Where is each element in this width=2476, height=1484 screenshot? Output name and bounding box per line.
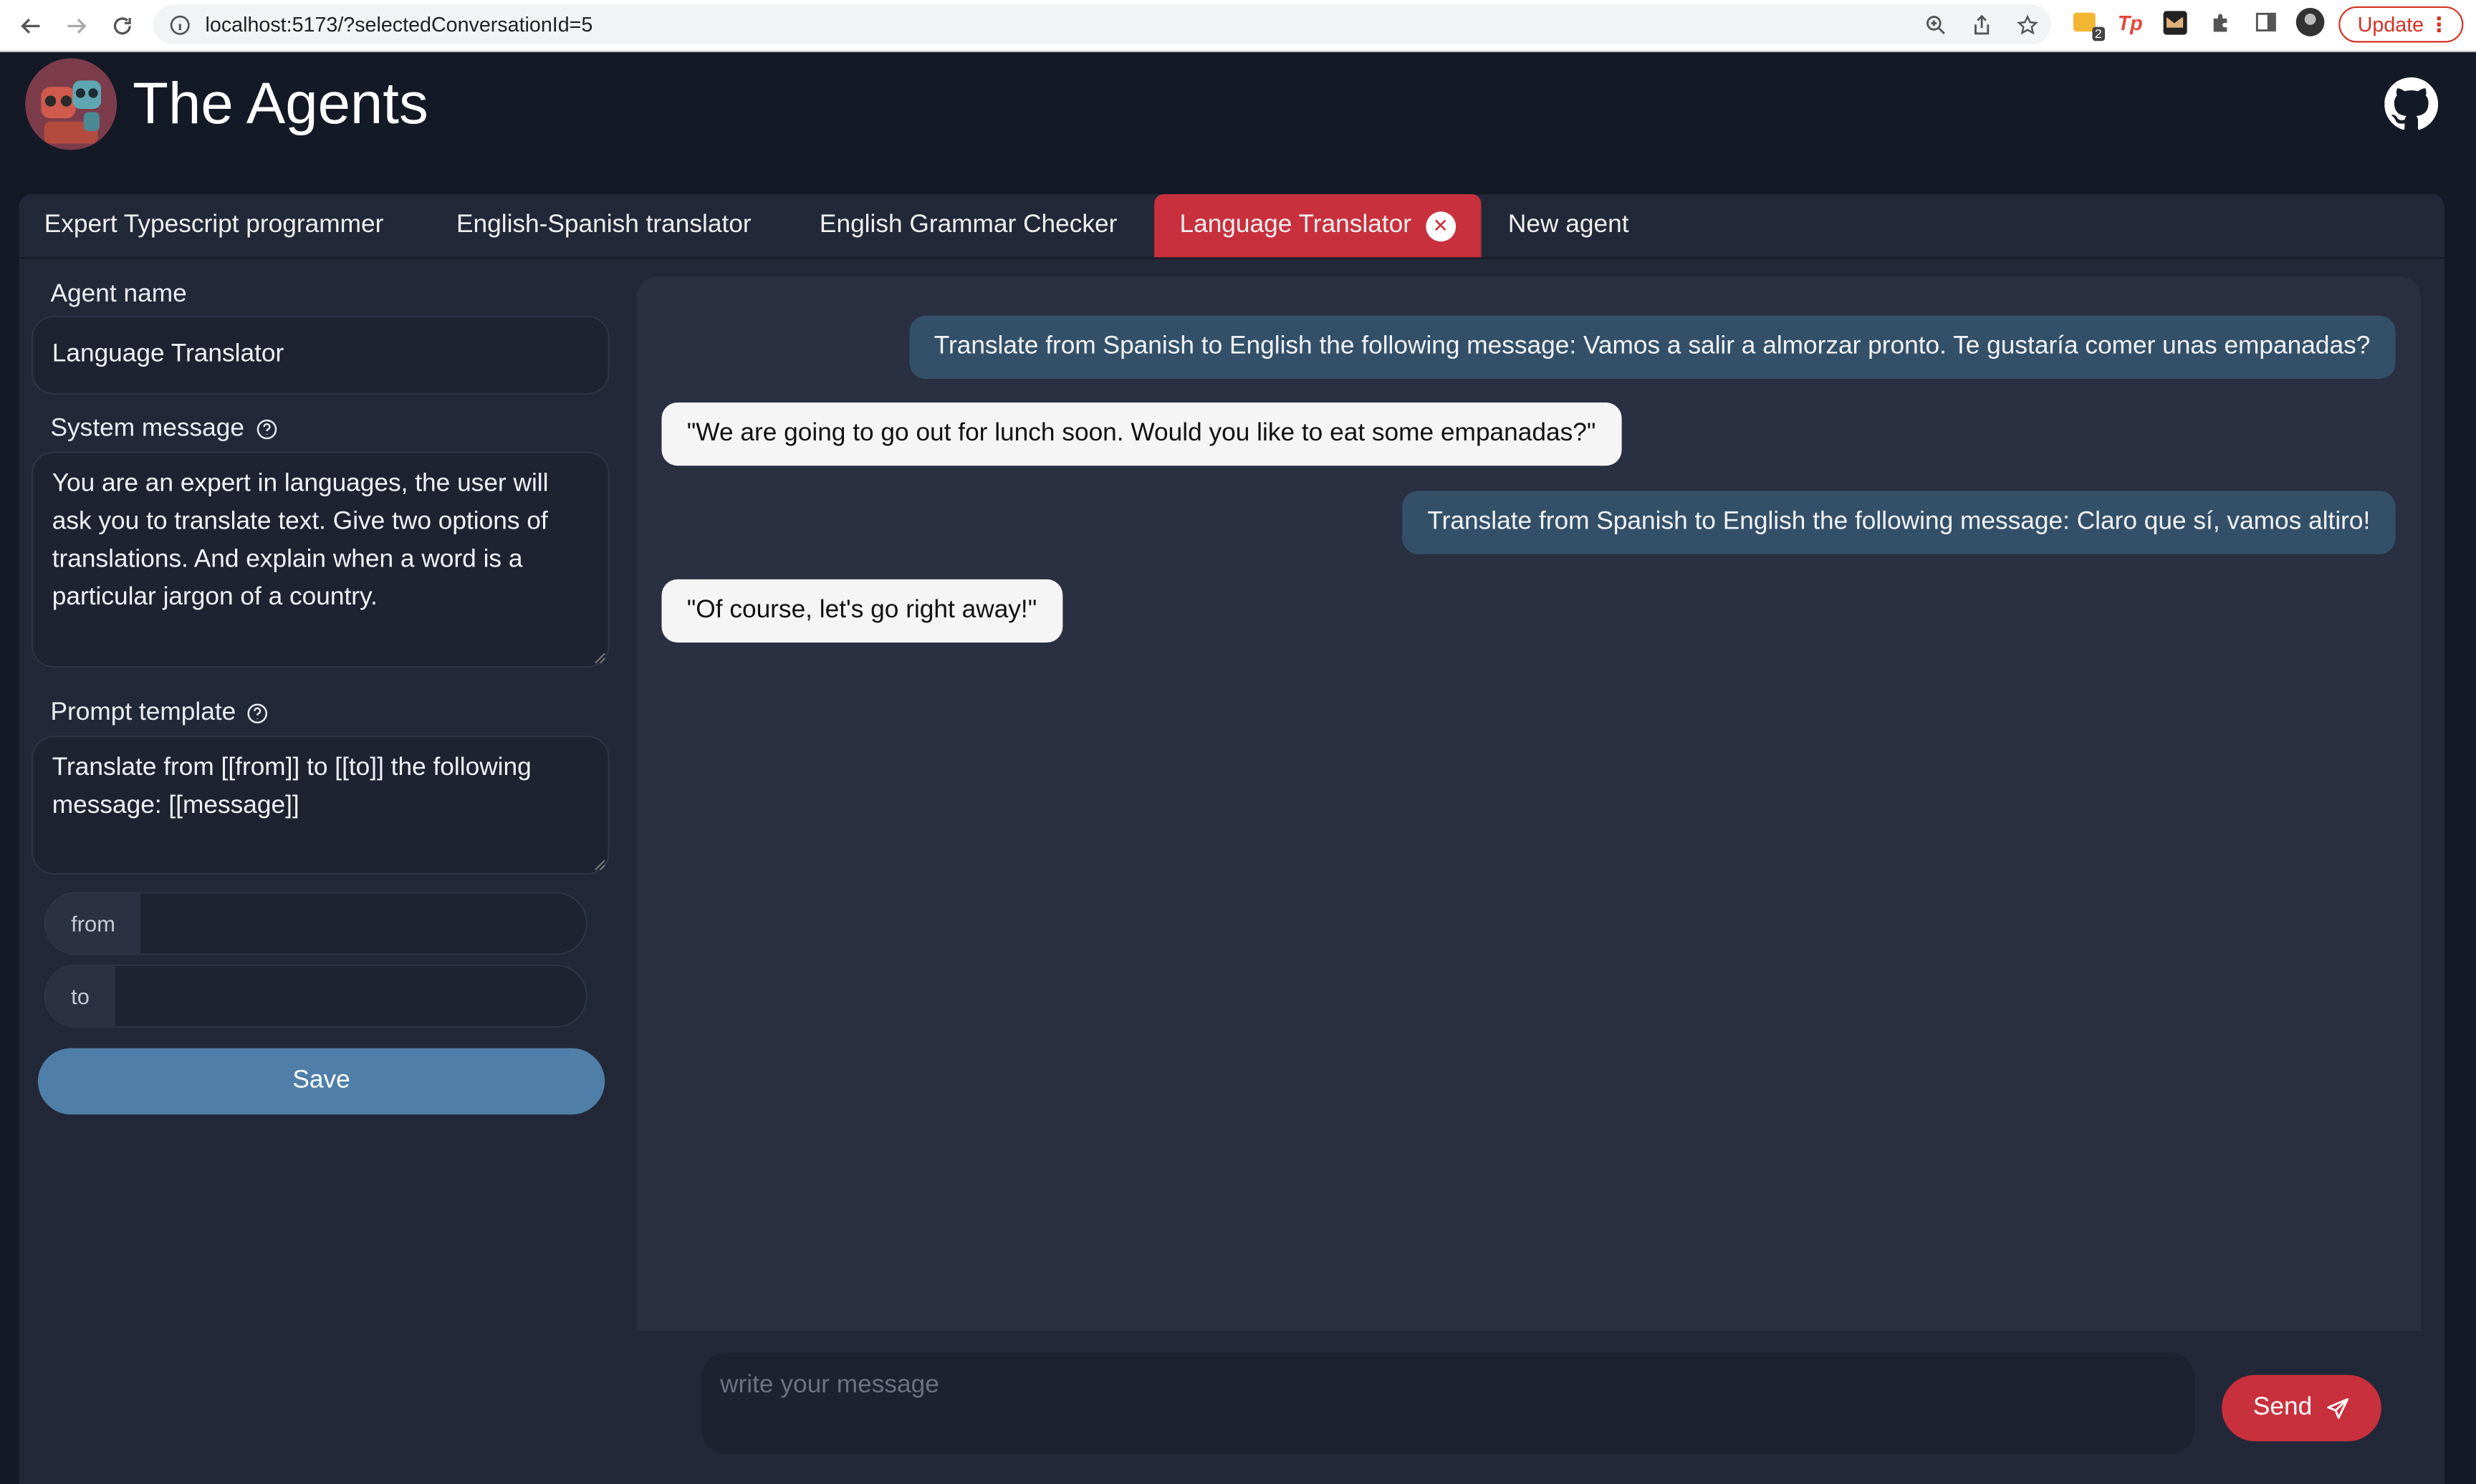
share-icon[interactable] [1971,14,1993,36]
address-bar[interactable]: localhost:5173/?selectedConversationId=5 [153,4,2052,44]
assistant-message: "We are going to go out for lunch soon. … [661,403,1621,466]
extension-badge-icon[interactable]: 2 [2070,8,2106,42]
side-panel-icon[interactable] [2252,8,2280,37]
system-message-label: System message [51,415,278,444]
user-message: Translate from Spanish to English the fo… [1402,491,2396,554]
tab-label: New agent [1507,211,1629,238]
zoom-icon[interactable] [1925,14,1947,36]
prompt-template-textarea[interactable]: Translate from [[from]] to [[to]] the fo… [32,736,610,875]
help-circle-icon[interactable] [247,703,269,725]
param-from-row: from [44,892,587,955]
kebab-menu-icon[interactable]: ⋮ [2429,13,2449,37]
reload-icon [112,16,130,34]
agent-settings-sidebar: Agent name Language Translator System me… [19,259,625,1333]
send-label: Send [2252,1394,2313,1421]
assistant-message: "Of course, let's go right away!" [661,579,1062,643]
update-label: Update [2357,12,2424,37]
user-message: Translate from Spanish to English the fo… [908,315,2396,379]
url-text: localhost:5173/?selectedConversationId=5 [205,12,593,37]
resize-handle-icon[interactable] [594,652,607,665]
close-tab-icon[interactable]: ✕ [1425,211,1456,241]
reload-button[interactable] [101,5,142,46]
resize-handle-icon[interactable] [594,859,607,872]
prompt-template-label: Prompt template [51,699,269,728]
extension-badge-count: 2 [2091,26,2106,42]
tab-label: English Grammar Checker [819,211,1118,238]
system-message-textarea[interactable]: You are an expert in languages, the user… [32,451,610,668]
tab-label: Language Translator [1179,211,1411,238]
browser-toolbar: localhost:5173/?selectedConversationId=5… [0,0,2476,52]
help-circle-icon[interactable] [255,418,277,440]
robots-logo [25,58,117,150]
tab-english-grammar-checker[interactable]: English Grammar Checker [820,194,1117,257]
info-icon [170,14,190,34]
param-to-label: to [45,965,115,1026]
tp-extension-icon[interactable]: Tp [2116,8,2144,37]
github-icon[interactable] [2384,77,2439,131]
param-to-input[interactable] [115,965,586,1026]
bookmark-star-icon[interactable] [2017,14,2039,36]
agent-name-input[interactable]: Language Translator [32,315,610,395]
tab-label: Expert Typescript programmer [44,211,384,238]
agent-tabs: Expert Typescript programmer English-Spa… [19,194,2444,259]
tab-english-spanish-translator[interactable]: English-Spanish translator [456,194,752,257]
back-button[interactable] [9,5,50,46]
param-from-label: from [45,893,141,954]
tab-label: English-Spanish translator [456,211,752,238]
app-title: The Agents [133,71,428,136]
app-root: localhost:5173/?selectedConversationId=5… [0,0,2476,1484]
save-button[interactable]: Save [37,1048,605,1115]
message-composer: write your message Send [636,1332,2421,1484]
tab-expert-typescript-programmer[interactable]: Expert Typescript programmer [44,194,384,257]
chat-messages: Translate from Spanish to English the fo… [636,276,2421,1331]
main-panel: Expert Typescript programmer English-Spa… [19,194,2444,1484]
arrow-right-icon [67,17,86,33]
param-to-row: to [44,964,587,1028]
send-plane-icon [2327,1397,2349,1418]
tab-new-agent[interactable]: New agent [1508,194,1629,257]
puzzle-extensions-icon[interactable] [2206,8,2235,37]
message-input[interactable]: write your message [701,1352,2195,1454]
tab-language-translator[interactable]: Language Translator ✕ [1154,194,1481,258]
forward-button[interactable] [55,5,96,46]
update-button[interactable]: Update ⋮ [2338,6,2464,43]
param-from-input[interactable] [140,893,586,954]
profile-avatar[interactable] [2295,8,2325,37]
agent-name-label: Agent name [50,281,187,308]
mail-extension-icon[interactable] [2160,8,2189,37]
app-header: The Agents [0,52,2476,175]
send-button[interactable]: Send [2222,1374,2381,1442]
arrow-left-icon [20,17,39,33]
